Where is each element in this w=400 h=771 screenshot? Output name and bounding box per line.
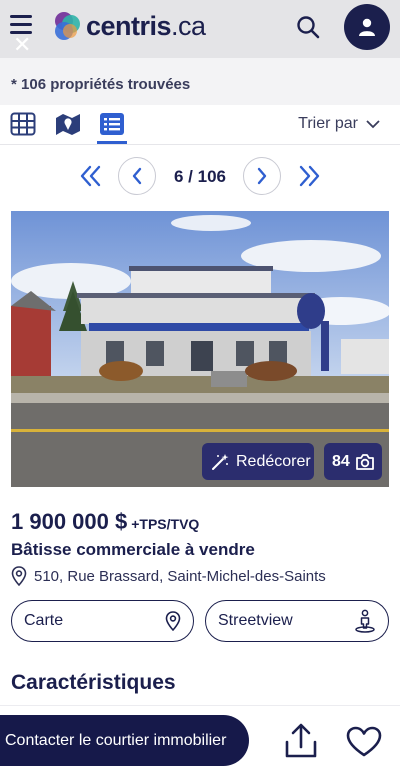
location-pin-icon xyxy=(11,566,27,586)
listing-price: 1 900 000 $ +TPS/TVQ xyxy=(11,509,199,535)
share-icon[interactable] xyxy=(284,723,318,759)
streetview-button-label: Streetview xyxy=(218,612,293,629)
bottom-action-bar: Contacter le courtier immobilier xyxy=(0,705,400,771)
close-icon[interactable]: ✕ xyxy=(13,34,31,56)
redecorate-button[interactable]: Redécorer xyxy=(202,443,314,480)
results-count: * 106 propriétés trouvées xyxy=(11,76,191,93)
search-icon[interactable] xyxy=(295,14,321,40)
address-text: 510, Rue Brassard, Saint-Michel-des-Sain… xyxy=(34,567,326,585)
active-view-indicator xyxy=(97,141,127,144)
price-tax: +TPS/TVQ xyxy=(131,516,200,532)
pegman-icon xyxy=(355,609,375,633)
page-indicator: 6 / 106 xyxy=(174,167,226,186)
logo-main: centris xyxy=(86,10,172,41)
user-icon xyxy=(359,18,375,36)
view-toolbar: Trier par xyxy=(0,105,400,145)
redecorate-label: Redécorer xyxy=(236,452,311,470)
magic-wand-icon xyxy=(212,453,229,470)
contact-broker-label: Contacter le courtier immobilier xyxy=(5,731,227,749)
chevron-right-icon xyxy=(257,167,267,185)
property-type: Bâtisse commerciale à vendre xyxy=(11,540,255,559)
logo-text: centris.ca xyxy=(86,11,206,42)
previous-page-button[interactable] xyxy=(118,157,156,195)
photo-count: 84 xyxy=(332,452,350,470)
first-page-icon[interactable] xyxy=(79,165,103,187)
camera-icon xyxy=(355,453,374,470)
section-title: Caractéristiques xyxy=(11,671,176,694)
map-view-icon[interactable] xyxy=(55,112,81,136)
map-pin-icon xyxy=(165,611,181,631)
chevron-left-icon xyxy=(132,167,142,185)
last-page-icon[interactable] xyxy=(297,165,321,187)
contact-broker-button[interactable]: Contacter le courtier immobilier xyxy=(0,715,249,766)
account-button[interactable] xyxy=(344,4,390,50)
price-value: 1 900 000 $ xyxy=(11,509,128,534)
results-bar: * 106 propriétés trouvées xyxy=(0,58,400,105)
photo-count-button[interactable]: 84 xyxy=(324,443,382,480)
centris-logo[interactable]: centris.ca xyxy=(50,8,206,44)
map-button-label: Carte xyxy=(24,612,64,629)
streetview-button[interactable]: Streetview xyxy=(205,600,389,642)
logo-tld: .ca xyxy=(171,10,206,41)
map-button[interactable]: Carte xyxy=(11,600,194,642)
listing-pager: 6 / 106 xyxy=(0,156,400,196)
centris-logo-mark-icon xyxy=(55,12,80,40)
top-header: ✕ centris.ca xyxy=(0,0,400,58)
next-page-button[interactable] xyxy=(243,157,281,195)
heart-icon[interactable] xyxy=(346,726,382,758)
list-view-icon[interactable] xyxy=(99,112,125,136)
grid-view-icon[interactable] xyxy=(10,112,36,136)
sort-dropdown[interactable]: Trier par xyxy=(298,115,380,133)
sort-label: Trier par xyxy=(298,115,358,132)
chevron-down-icon xyxy=(366,119,380,128)
listing-address: 510, Rue Brassard, Saint-Michel-des-Sain… xyxy=(11,566,326,586)
